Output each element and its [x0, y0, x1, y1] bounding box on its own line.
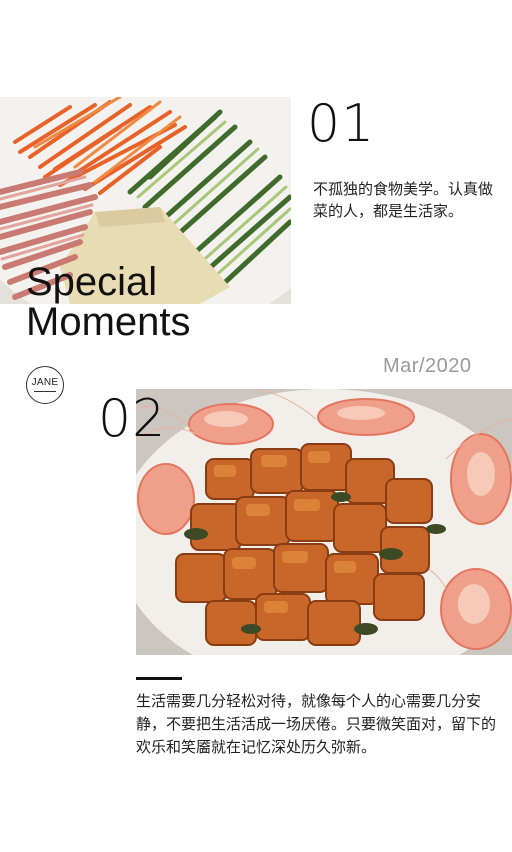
divider-rule [136, 677, 182, 680]
section-number-02: 02 [98, 389, 167, 449]
section-number-01: 01 [307, 94, 376, 154]
logo-text: JANE [31, 377, 59, 388]
date-label: Mar/2020 [383, 355, 472, 377]
section-1-caption: 不孤独的食物美学。认真做菜的人，都是生活家。 [313, 180, 494, 220]
page-title: Special Moments [26, 262, 191, 342]
jane-logo: JANE [26, 366, 64, 404]
section-2-caption: 生活需要几分轻松对待，就像每个人的心需要几分安静，不要把生活活成一场厌倦。只要微… [136, 692, 497, 756]
logo-underline [34, 391, 56, 392]
pumpkin-shrimp-photo [136, 389, 512, 655]
title-line-2: Moments [26, 300, 191, 344]
title-line-1: Special [26, 260, 158, 304]
